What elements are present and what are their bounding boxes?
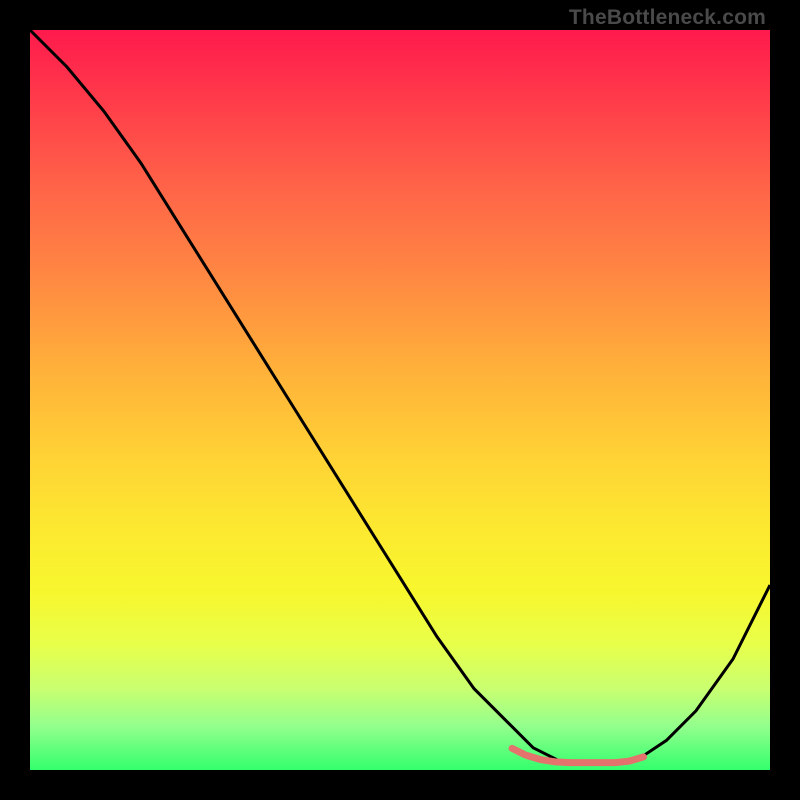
curve-line [30, 30, 770, 763]
optimum-dash [630, 757, 643, 761]
optimum-marker [512, 748, 643, 762]
chart-plot-area [30, 30, 770, 770]
chart-frame: TheBottleneck.com [0, 0, 800, 800]
attribution-text: TheBottleneck.com [569, 6, 766, 30]
optimum-dash [512, 748, 525, 754]
chart-svg [30, 30, 770, 770]
bottleneck-curve [30, 30, 770, 763]
